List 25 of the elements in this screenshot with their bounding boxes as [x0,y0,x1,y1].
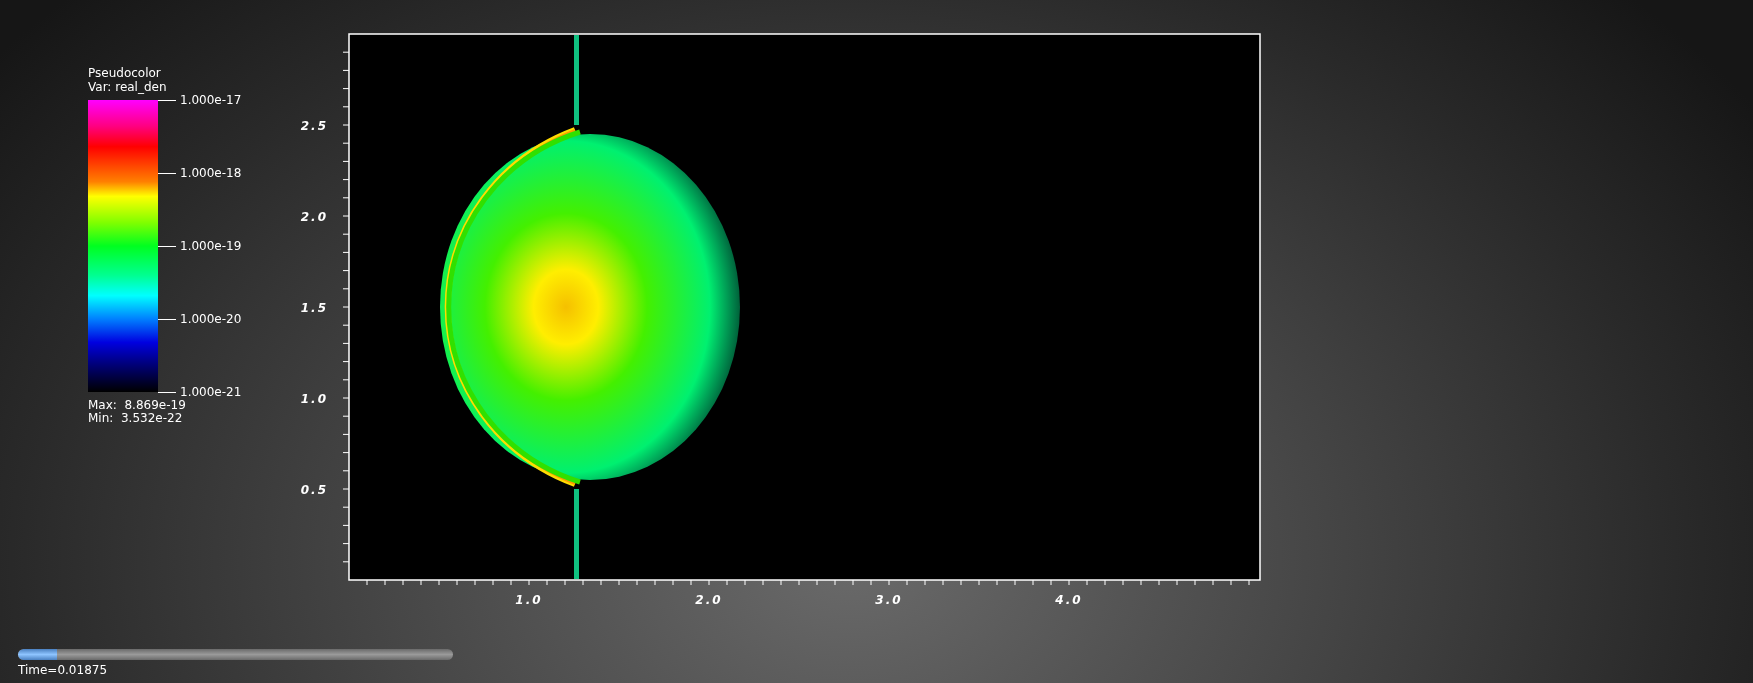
colorbar-tick [158,319,176,320]
y-tick-label: 2.5 [300,119,328,133]
x-tick-label: 1.0 [515,593,543,607]
y-tick-label: 2.0 [300,210,328,224]
colorbar-tick [158,246,176,247]
time-slider[interactable] [18,649,453,660]
colorbar-tick [158,100,176,101]
colorbar-label: 1.000e-20 [180,312,242,326]
colorbar-label: 1.000e-18 [180,166,242,180]
y-tick-label: 1.0 [300,392,328,406]
time-label: Time=0.01875 [18,663,108,677]
x-tick-label: 2.0 [695,593,723,607]
colorbar-tick [158,173,176,174]
x-tick-label: 4.0 [1055,593,1083,607]
legend-variable: Var: real_den [88,80,167,94]
x-tick-label: 3.0 [875,593,903,607]
colorbar-tick [158,392,176,393]
colorbar-label: 1.000e-19 [180,239,242,253]
colorbar-label: 1.000e-21 [180,385,242,399]
colorbar-label: 1.000e-17 [180,93,242,107]
legend-min: Min: 3.532e-22 [88,411,183,425]
legend-title: Pseudocolor [88,66,161,80]
y-tick-label: 1.5 [300,301,328,315]
legend-max: Max: 8.869e-19 [88,398,186,412]
y-tick-label: 0.5 [300,483,328,497]
